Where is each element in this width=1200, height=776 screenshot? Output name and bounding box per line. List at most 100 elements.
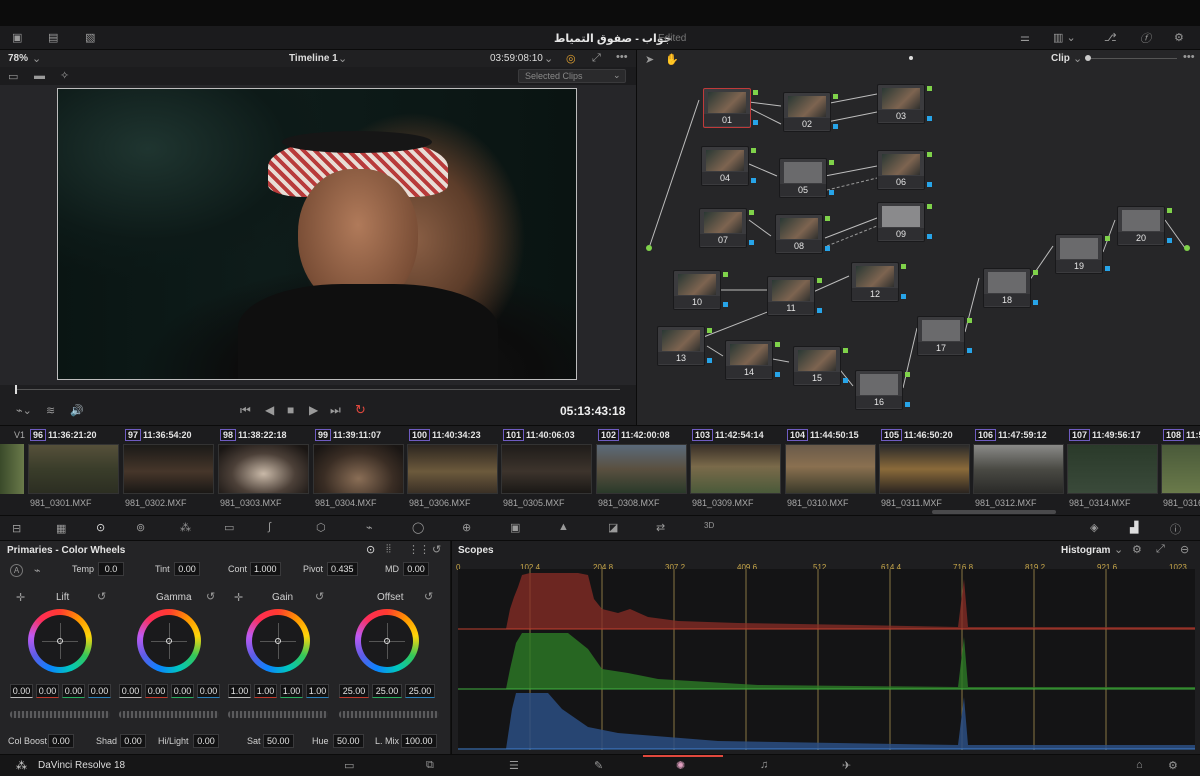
node-output-pin[interactable] [927,234,932,239]
playhead[interactable] [15,385,17,394]
node-output-pin[interactable] [843,378,848,383]
node-01[interactable]: 01 [703,88,751,128]
camera-raw-icon[interactable]: ⊟ [12,522,21,535]
node-output-pin[interactable] [753,120,758,125]
chevron-down-icon[interactable]: ⌄ [32,52,41,65]
node-output-pin[interactable] [751,148,756,153]
hdr-wheels-icon[interactable]: ⊚ [136,521,145,534]
wheels-mode-icon[interactable]: ⊙ [366,543,375,556]
node-16[interactable]: 16 [855,370,903,410]
fairlight-page-icon[interactable]: ♫ [760,759,768,771]
node-output-pin[interactable] [817,278,822,283]
node-12[interactable]: 12 [851,262,899,302]
node-output-pin[interactable] [751,178,756,183]
node-13[interactable]: 13 [657,326,705,366]
saturation-field[interactable]: 50.00 [263,734,294,748]
magic-mask-icon[interactable]: ▣ [510,521,520,534]
node-output-pin[interactable] [749,210,754,215]
node-output-pin[interactable] [927,116,932,121]
timeline-scrollbar[interactable] [932,510,1056,514]
gamma-wheel[interactable] [137,609,201,673]
node-11[interactable]: 11 [767,276,815,316]
node-17[interactable]: 17 [917,316,965,356]
node-output-pin[interactable] [723,272,728,277]
node-output-pin[interactable] [967,318,972,323]
node-output-pin[interactable] [723,302,728,307]
info-icon[interactable]: ⓘ [1170,521,1181,537]
temp-field[interactable]: 0.0 [98,562,124,576]
cut-page-icon[interactable]: ⧉ [426,759,434,772]
more-options-icon[interactable]: ••• [616,51,628,63]
lift-master-jog[interactable] [10,711,110,718]
gallery-icon[interactable]: ▧ [85,31,95,44]
bars-mode-icon[interactable]: ⦙⦙ [386,543,391,556]
node-output-pin[interactable] [817,308,822,313]
reset-icon[interactable]: ↺ [424,590,433,603]
midtone-detail-field[interactable]: 0.00 [403,562,429,576]
auto-balance-icon[interactable]: A [10,564,23,577]
keyframes-icon[interactable]: ⚙ [1174,31,1184,44]
layers-icon[interactable]: ≋ [46,404,55,417]
clip-thumbnail[interactable] [0,444,24,494]
play-reverse-icon[interactable]: ◀ [265,403,274,417]
chevron-down-icon[interactable]: ⌄ [1114,543,1123,556]
3d-icon[interactable]: 3D [704,521,714,530]
timeline-clip[interactable]: 10811:5 981_0316 [1161,426,1200,516]
node-output-pin[interactable] [825,246,830,251]
node-06[interactable]: 06 [877,150,925,190]
go-to-end-icon[interactable]: ⏭ [330,403,341,418]
node-output-pin[interactable] [905,372,910,377]
node-output-pin[interactable] [967,348,972,353]
node-output-pin[interactable] [901,264,906,269]
lum-mix-field[interactable]: 100.00 [401,734,437,748]
node-output-pin[interactable] [901,294,906,299]
node-output-pin[interactable] [905,402,910,407]
crosshair-icon[interactable]: ✛ [234,591,243,604]
blur-icon[interactable]: ▲ [558,521,569,533]
reset-icon[interactable]: ↺ [315,590,324,603]
node-20[interactable]: 20 [1117,206,1165,246]
eyedropper-icon[interactable]: ⌁⌄ [16,404,32,417]
node-03[interactable]: 03 [877,84,925,124]
clips-icon[interactable]: ▤ [48,31,58,44]
color-match-icon[interactable]: ▦ [56,522,66,535]
media-pool-icon[interactable]: ▣ [12,31,22,44]
scopes-icon[interactable]: ▟ [1130,521,1138,534]
deliver-page-icon[interactable]: ✈ [842,759,851,772]
offset-master-jog[interactable] [339,711,439,718]
crosshair-icon[interactable]: ✛ [16,591,25,604]
fullscreen-icon[interactable]: ⤢ [592,52,601,65]
rgb-mixer-icon[interactable]: ⁂ [180,521,191,534]
node-output-pin[interactable] [829,160,834,165]
node-output-pin[interactable] [1033,270,1038,275]
tint-field[interactable]: 0.00 [174,562,200,576]
go-to-start-icon[interactable]: ⏮ [240,403,251,418]
color-warper-icon[interactable]: ⬡ [316,521,326,534]
node-04[interactable]: 04 [701,146,749,186]
offset-wheel[interactable] [355,609,419,673]
node-output-pin[interactable] [707,358,712,363]
node-10[interactable]: 10 [673,270,721,310]
node-output-pin[interactable] [1105,266,1110,271]
node-output-pin[interactable] [749,240,754,245]
node-output-pin[interactable] [707,328,712,333]
node-output-pin[interactable] [775,372,780,377]
scrubber-track[interactable] [15,389,620,390]
reset-icon[interactable]: ↺ [206,590,215,603]
sizing-icon[interactable]: ⇄ [656,521,665,534]
node-editor-icon[interactable]: ⎇ [1104,31,1117,44]
node-output-pin[interactable] [927,182,932,187]
gain-master-jog[interactable] [228,711,328,718]
node-output-pin[interactable] [927,152,932,157]
node-18[interactable]: 18 [983,268,1031,308]
magic-wand-icon[interactable]: ✧ [60,69,69,82]
selected-clips-dropdown[interactable]: Selected Clips ⌄ [518,69,626,83]
qualifier-icon[interactable]: ⌁ [366,521,373,534]
window-icon[interactable]: ◯ [412,521,424,534]
chevron-down-icon[interactable]: ⌄ [544,52,553,65]
wipe-icon[interactable]: ▬ [34,70,45,82]
timeline-name[interactable]: Timeline 1 [289,53,338,64]
hue-field[interactable]: 50.00 [333,734,364,748]
col-boost-field[interactable]: 0.00 [48,734,74,748]
pivot-field[interactable]: 0.435 [327,562,358,576]
